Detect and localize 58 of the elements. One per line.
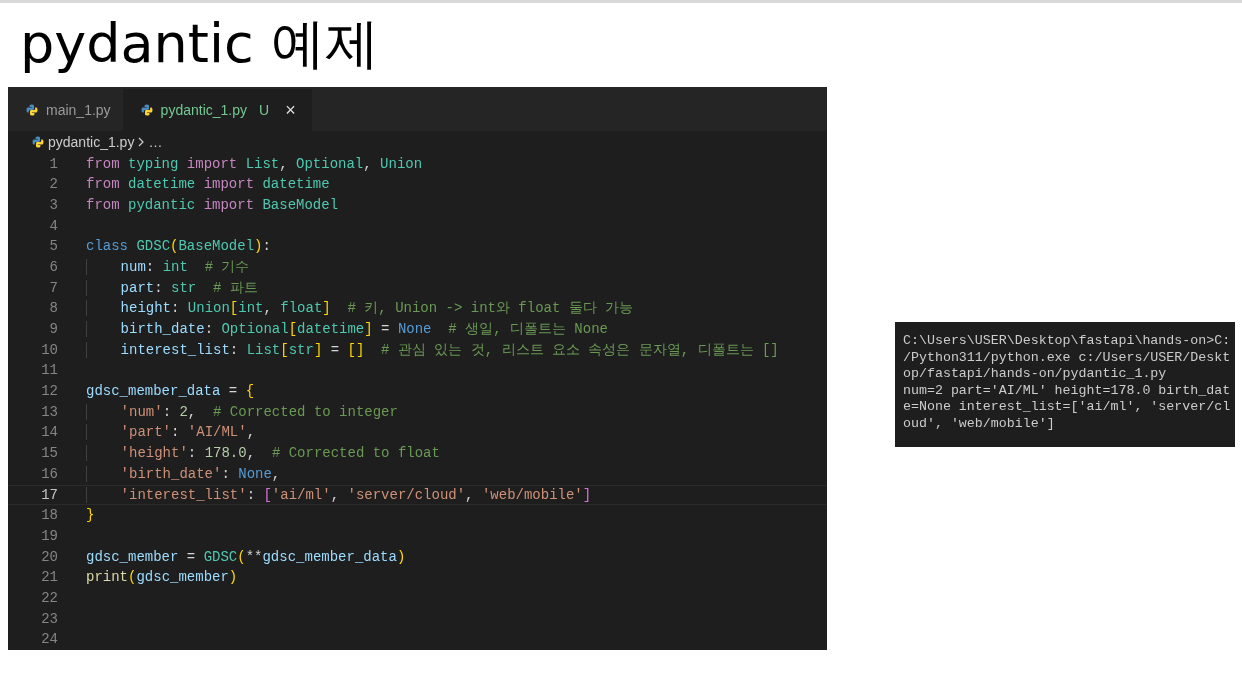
code-line: gdsc_member = GDSC(**gdsc_member_data) <box>86 547 406 567</box>
code-line: from pydantic import BaseModel <box>86 195 339 215</box>
code-line: 'height': 178.0, # Corrected to float <box>86 443 440 464</box>
current-line-number: 17 <box>40 485 58 505</box>
line-number: 15 <box>40 444 58 464</box>
code-line: from datetime import datetime <box>86 175 330 195</box>
python-file-icon <box>140 104 153 116</box>
line-number: 11 <box>40 361 58 381</box>
code-line: 'num': 2, # Corrected to integer <box>86 401 398 423</box>
code-line: } <box>86 506 95 526</box>
code-line: part: str # 파트 <box>86 277 258 299</box>
line-number: 21 <box>40 568 58 588</box>
line-number: 6 <box>48 257 58 277</box>
code-line: height: Union[int, float] # 키, Union -> int와 float 둘다 가능 <box>86 298 634 319</box>
python-file-icon <box>32 136 44 149</box>
line-number: 16 <box>40 464 58 484</box>
terminal-line: /Python311/python.exe c:/Users/USER/Deskt <box>903 349 1227 367</box>
line-number: 10 <box>40 340 58 360</box>
line-number: 2 <box>48 175 58 195</box>
code-line: class GDSC(BaseModel): <box>86 237 271 257</box>
code-line: num: int # 기수 <box>86 256 250 278</box>
code-line: birth_date: Optional[datetime] = None # 생일, 디폴트는 None <box>86 319 608 340</box>
terminal-line: oud', 'web/mobile'] <box>903 415 1056 433</box>
line-number: 22 <box>40 588 58 608</box>
terminal-line: op/fastapi/hands-on/pydantic_1.py <box>903 366 1168 383</box>
line-number: 7 <box>48 278 58 298</box>
chevron-right-icon <box>138 137 145 148</box>
slide-title: pydantic 예제 <box>20 17 379 71</box>
file-tab[interactable]: pydantic_1.py U × <box>122 89 312 131</box>
line-number: 18 <box>40 506 58 526</box>
line-number: 13 <box>40 402 58 422</box>
line-number: 4 <box>48 216 58 236</box>
code-line: from typing import List, Optional, Union <box>86 154 423 174</box>
code-line: interest_list: List[str] = [] # 관심 있는 것, 리스트 요소 속성은 문자열, 디폴트는 [] <box>86 339 779 361</box>
file-tab[interactable]: main_1.py <box>8 89 123 131</box>
code-line: 'part': 'AI/ML', <box>86 422 256 444</box>
terminal-line: num=2 part='AI/ML' height=178.0 birth_dat <box>903 382 1227 400</box>
terminal-line: C:\Users\USER\Desktop\fastapi\hands-on>C: <box>903 333 1227 350</box>
line-number: 8 <box>48 299 58 319</box>
code-line: 'birth_date': None, <box>86 463 281 485</box>
line-number: 14 <box>40 423 58 443</box>
line-number: 19 <box>40 526 58 546</box>
line-number: 5 <box>48 237 58 257</box>
line-number: 9 <box>48 320 58 339</box>
line-number: 23 <box>40 609 58 629</box>
breadcrumb-item[interactable]: pydantic_1.py <box>48 131 135 153</box>
line-number: 24 <box>40 630 58 650</box>
git-status-label: U <box>259 100 270 120</box>
breadcrumb-item[interactable]: … <box>148 131 163 153</box>
line-number: 3 <box>48 195 58 215</box>
current-code-line: 'interest_list': ['ai/ml', 'server/cloud', 'web/mobile'] <box>86 485 592 505</box>
python-file-icon <box>26 104 38 116</box>
line-number: 12 <box>40 382 58 402</box>
line-number: 1 <box>48 154 58 174</box>
code-line: gdsc_member_data = { <box>86 382 255 402</box>
close-tab-button[interactable]: × <box>281 101 300 119</box>
line-number: 20 <box>40 547 58 567</box>
code-line: print(gdsc_member) <box>86 568 238 588</box>
